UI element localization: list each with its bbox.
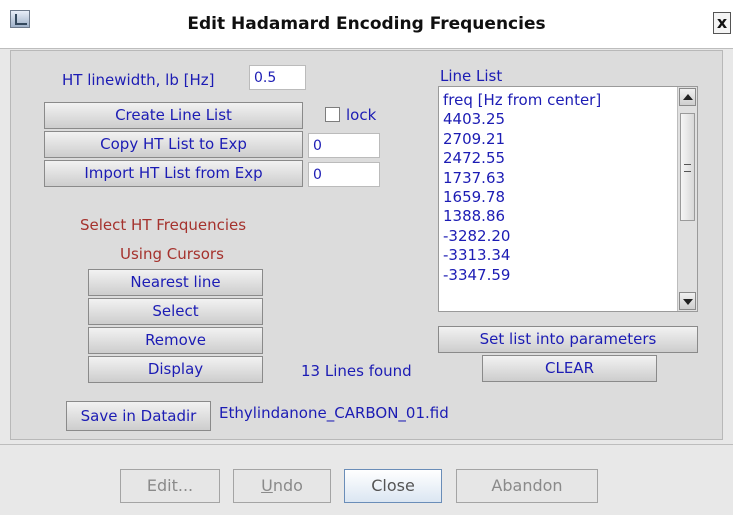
create-line-list-button[interactable]: Create Line List <box>44 102 303 129</box>
datadir-filename: Ethylindanone_CARBON_01.fid <box>219 404 449 422</box>
lock-checkbox[interactable] <box>325 107 340 122</box>
list-item[interactable]: 4403.25 <box>443 110 675 129</box>
copy-ht-list-button[interactable]: Copy HT List to Exp <box>44 131 303 158</box>
abandon-button[interactable]: Abandon <box>456 469 598 503</box>
list-item[interactable]: 2472.55 <box>443 149 675 168</box>
title-bar: Edit Hadamard Encoding Frequencies x <box>0 0 733 49</box>
using-cursors-label: Using Cursors <box>120 245 224 263</box>
select-ht-frequencies-label: Select HT Frequencies <box>80 216 247 234</box>
close-button[interactable]: Close <box>344 469 442 503</box>
lock-label: lock <box>346 106 377 124</box>
scroll-thumb[interactable] <box>680 113 695 221</box>
set-list-into-parameters-button[interactable]: Set list into parameters <box>438 326 698 353</box>
linewidth-label: HT linewidth, lb [Hz] <box>62 71 215 89</box>
display-button[interactable]: Display <box>88 356 263 383</box>
scroll-down-arrow-icon[interactable] <box>679 292 696 310</box>
list-item[interactable]: 1659.78 <box>443 188 675 207</box>
copy-exp-field[interactable] <box>308 133 380 158</box>
undo-label-rest: ndo <box>272 476 303 495</box>
line-list-box[interactable]: freq [Hz from center] 4403.25 2709.21 24… <box>438 86 698 312</box>
linewidth-input[interactable] <box>249 65 306 90</box>
list-item[interactable]: -3313.34 <box>443 246 675 265</box>
list-item[interactable]: -3282.20 <box>443 227 675 246</box>
edit-button[interactable]: Edit... <box>120 469 220 503</box>
import-exp-field[interactable] <box>308 162 380 187</box>
undo-mnemonic: U <box>261 476 273 495</box>
window-title: Edit Hadamard Encoding Frequencies <box>187 14 546 34</box>
select-button[interactable]: Select <box>88 298 263 325</box>
footer-divider <box>0 444 733 445</box>
line-list-scrollbar[interactable] <box>677 87 697 311</box>
line-list-items: freq [Hz from center] 4403.25 2709.21 24… <box>443 91 675 285</box>
import-ht-list-button[interactable]: Import HT List from Exp <box>44 160 303 187</box>
close-window-button[interactable]: x <box>713 12 731 34</box>
list-item[interactable]: freq [Hz from center] <box>443 91 675 110</box>
clear-button[interactable]: CLEAR <box>482 355 657 382</box>
scroll-up-arrow-icon[interactable] <box>679 88 696 106</box>
list-item[interactable]: -3347.59 <box>443 266 675 285</box>
remove-button[interactable]: Remove <box>88 327 263 354</box>
list-item[interactable]: 1388.86 <box>443 207 675 226</box>
line-list-title: Line List <box>440 67 503 85</box>
undo-button[interactable]: Undo <box>233 469 331 503</box>
lines-found-label: 13 Lines found <box>301 362 412 380</box>
nearest-line-button[interactable]: Nearest line <box>88 269 263 296</box>
list-item[interactable]: 1737.63 <box>443 169 675 188</box>
list-item[interactable]: 2709.21 <box>443 130 675 149</box>
save-in-datadir-button[interactable]: Save in Datadir <box>66 401 211 431</box>
